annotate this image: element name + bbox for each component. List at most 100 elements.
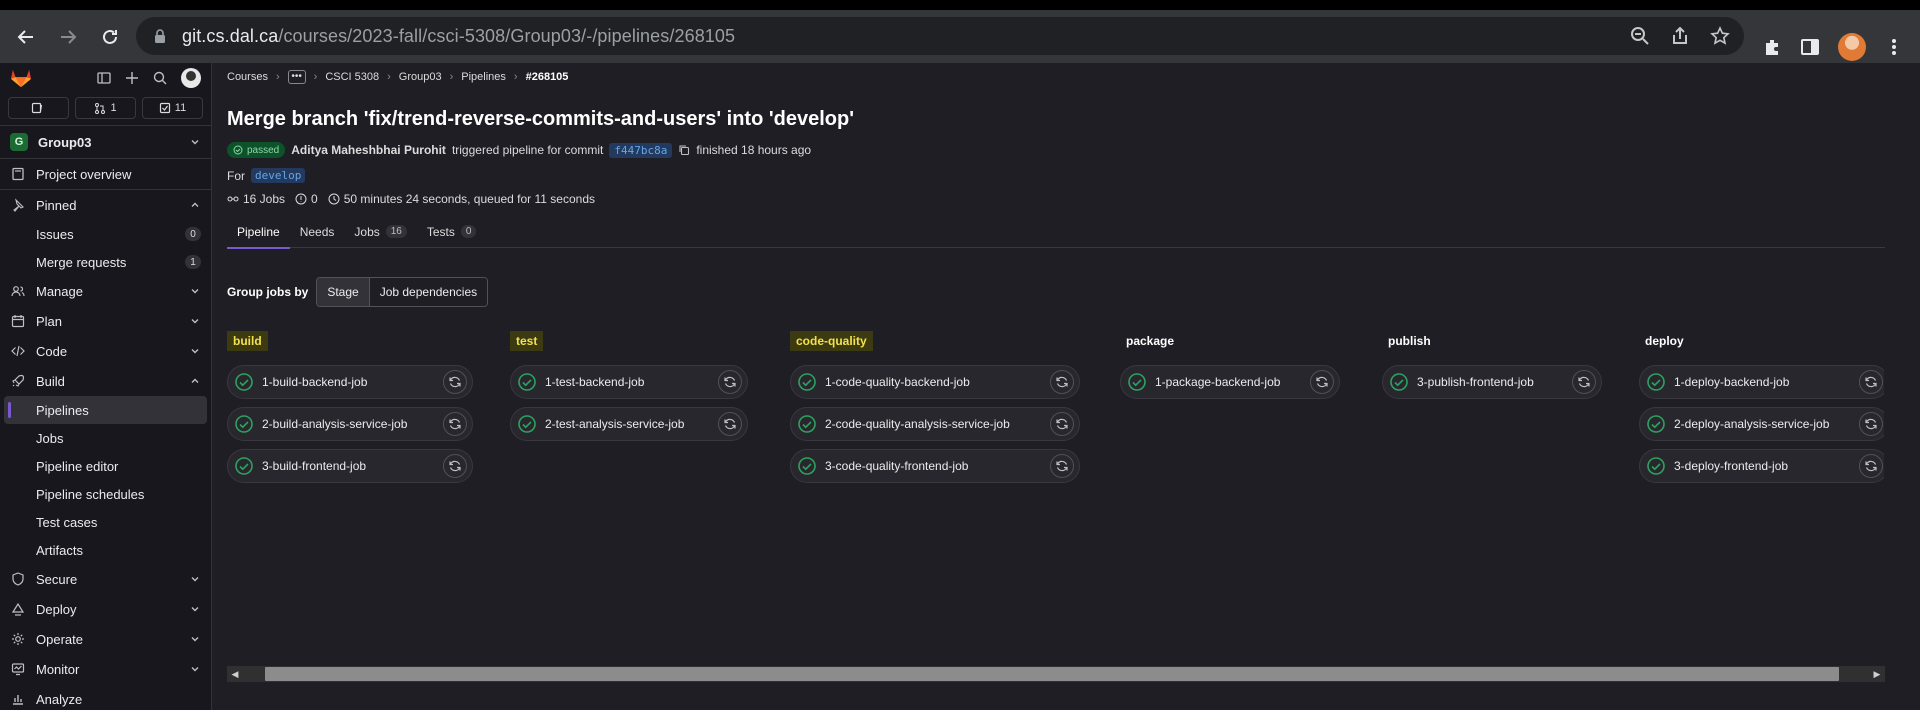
- sidebar-item-pipelines[interactable]: Pipelines: [4, 396, 207, 424]
- scroll-left-arrow[interactable]: ◀: [227, 666, 243, 682]
- sidebar-section-monitor[interactable]: Monitor: [0, 654, 211, 684]
- job-item[interactable]: 3-build-frontend-job: [227, 449, 473, 483]
- breadcrumb-course[interactable]: CSCI 5308: [325, 71, 379, 83]
- sidebar-section-manage[interactable]: Manage: [0, 276, 211, 306]
- forward-button[interactable]: [48, 17, 88, 57]
- job-item[interactable]: 1-package-backend-job: [1120, 365, 1340, 399]
- issues-counter[interactable]: [8, 97, 69, 119]
- sidebar-item-pipeline-editor[interactable]: Pipeline editor: [0, 452, 211, 480]
- breadcrumb-separator: ›: [313, 71, 318, 83]
- retry-job-button[interactable]: [718, 370, 742, 394]
- side-panel-icon[interactable]: [1800, 37, 1820, 57]
- breadcrumb-group[interactable]: Group03: [399, 71, 442, 83]
- tab-label: Needs: [299, 224, 335, 239]
- star-icon[interactable]: [1710, 26, 1730, 46]
- retry-job-button[interactable]: [1050, 454, 1074, 478]
- breadcrumb-pipelines[interactable]: Pipelines: [461, 71, 506, 83]
- breadcrumb-pipeline-id[interactable]: #268105: [526, 71, 569, 83]
- menu-kebab-icon[interactable]: [1884, 37, 1904, 57]
- retry-job-button[interactable]: [1310, 370, 1334, 394]
- sidebar-item-project-overview[interactable]: Project overview: [0, 159, 211, 189]
- group-jobs-by-label: Group jobs by: [227, 285, 309, 299]
- job-item[interactable]: 2-deploy-analysis-service-job: [1639, 407, 1884, 441]
- sidebar-section-secure[interactable]: Secure: [0, 564, 211, 594]
- retry-job-button[interactable]: [1859, 370, 1883, 394]
- sidebar-section-deploy[interactable]: Deploy: [0, 594, 211, 624]
- sidebar-item-pipeline-schedules[interactable]: Pipeline schedules: [0, 480, 211, 508]
- job-item[interactable]: 1-test-backend-job: [510, 365, 748, 399]
- sidebar-item-label: Operate: [36, 631, 83, 647]
- sidebar-section-plan[interactable]: Plan: [0, 306, 211, 336]
- job-item[interactable]: 2-build-analysis-service-job: [227, 407, 473, 441]
- retry-job-button[interactable]: [1859, 454, 1883, 478]
- share-icon[interactable]: [1670, 26, 1690, 46]
- sidebar-section-pinned[interactable]: Pinned: [0, 190, 211, 220]
- job-item[interactable]: 3-code-quality-frontend-job: [790, 449, 1080, 483]
- reload-button[interactable]: [90, 17, 130, 57]
- todos-counter[interactable]: 11: [142, 97, 203, 119]
- address-bar[interactable]: git.cs.dal.ca/courses/2023-fall/csci-530…: [136, 17, 1744, 55]
- back-button[interactable]: [6, 17, 46, 57]
- sidebar-item-label: Monitor: [36, 661, 80, 677]
- sidebar-toggle-icon[interactable]: [97, 71, 111, 85]
- job-item[interactable]: 1-build-backend-job: [227, 365, 473, 399]
- sidebar-section-analyze[interactable]: Analyze: [0, 684, 211, 710]
- retry-job-button[interactable]: [718, 412, 742, 436]
- job-item[interactable]: 2-code-quality-analysis-service-job: [790, 407, 1080, 441]
- commit-sha-link[interactable]: f447bc8a: [609, 142, 673, 158]
- job-item[interactable]: 2-test-analysis-service-job: [510, 407, 748, 441]
- copy-icon[interactable]: [678, 144, 690, 156]
- sidebar-item-merge-requests[interactable]: Merge requests 1: [0, 248, 211, 276]
- scrollbar-thumb[interactable]: [265, 667, 1839, 681]
- stage-column-publish: publish 3-publish-frontend-job: [1382, 331, 1602, 407]
- job-item[interactable]: 1-code-quality-backend-job: [790, 365, 1080, 399]
- retry-job-button[interactable]: [1572, 370, 1596, 394]
- check-circle-icon: [798, 415, 816, 433]
- page-title: Merge branch 'fix/trend-reverse-commits-…: [227, 108, 854, 130]
- group-switcher[interactable]: G Group03: [0, 126, 211, 158]
- job-item[interactable]: 3-publish-frontend-job: [1382, 365, 1602, 399]
- stage-title: publish: [1388, 334, 1431, 348]
- tab-needs[interactable]: Needs: [290, 215, 345, 248]
- gitlab-logo-icon[interactable]: [10, 68, 32, 88]
- sidebar-section-code[interactable]: Code: [0, 336, 211, 366]
- stage-title: code-quality: [790, 331, 873, 351]
- sidebar-section-build[interactable]: Build: [0, 366, 211, 396]
- retry-job-button[interactable]: [1050, 370, 1074, 394]
- retry-job-button[interactable]: [443, 412, 467, 436]
- retry-job-button[interactable]: [443, 370, 467, 394]
- sidebar-item-test-cases[interactable]: Test cases: [0, 508, 211, 536]
- horizontal-scrollbar[interactable]: ◀ ▶: [227, 666, 1885, 682]
- job-name: 1-build-backend-job: [262, 375, 368, 389]
- sidebar-item-jobs[interactable]: Jobs: [0, 424, 211, 452]
- tab-tests[interactable]: Tests 0: [417, 215, 487, 248]
- retry-job-button[interactable]: [443, 454, 467, 478]
- job-item[interactable]: 1-deploy-backend-job: [1639, 365, 1884, 399]
- plus-icon[interactable]: [125, 71, 139, 85]
- retry-job-button[interactable]: [1050, 412, 1074, 436]
- zoom-icon[interactable]: [1630, 26, 1650, 46]
- extensions-icon[interactable]: [1762, 37, 1782, 57]
- group-by-stage-button[interactable]: Stage: [317, 278, 370, 306]
- status-badge[interactable]: passed: [227, 142, 286, 158]
- job-item[interactable]: 3-deploy-frontend-job: [1639, 449, 1884, 483]
- retry-icon: [1865, 376, 1877, 388]
- sidebar-section-operate[interactable]: Operate: [0, 624, 211, 654]
- branch-link[interactable]: develop: [251, 168, 306, 183]
- tab-label: Jobs: [354, 224, 380, 239]
- profile-avatar[interactable]: [1838, 32, 1866, 61]
- group-by-dependencies-button[interactable]: Job dependencies: [369, 278, 488, 306]
- tab-pipeline[interactable]: Pipeline: [227, 215, 290, 249]
- breadcrumb-courses[interactable]: Courses: [227, 71, 268, 83]
- merge-requests-counter[interactable]: 1: [75, 97, 136, 119]
- sidebar-item-artifacts[interactable]: Artifacts: [0, 536, 211, 564]
- breadcrumb-more-button[interactable]: •••: [287, 70, 306, 84]
- search-icon[interactable]: [153, 71, 167, 85]
- user-avatar[interactable]: [181, 68, 201, 88]
- sidebar-item-issues[interactable]: Issues 0: [0, 220, 211, 248]
- scroll-right-arrow[interactable]: ▶: [1869, 666, 1885, 682]
- author-name[interactable]: Aditya Maheshbhai Purohit: [291, 143, 446, 157]
- retry-job-button[interactable]: [1859, 412, 1883, 436]
- tab-jobs[interactable]: Jobs 16: [344, 215, 416, 248]
- chevron-down-icon: [191, 667, 199, 672]
